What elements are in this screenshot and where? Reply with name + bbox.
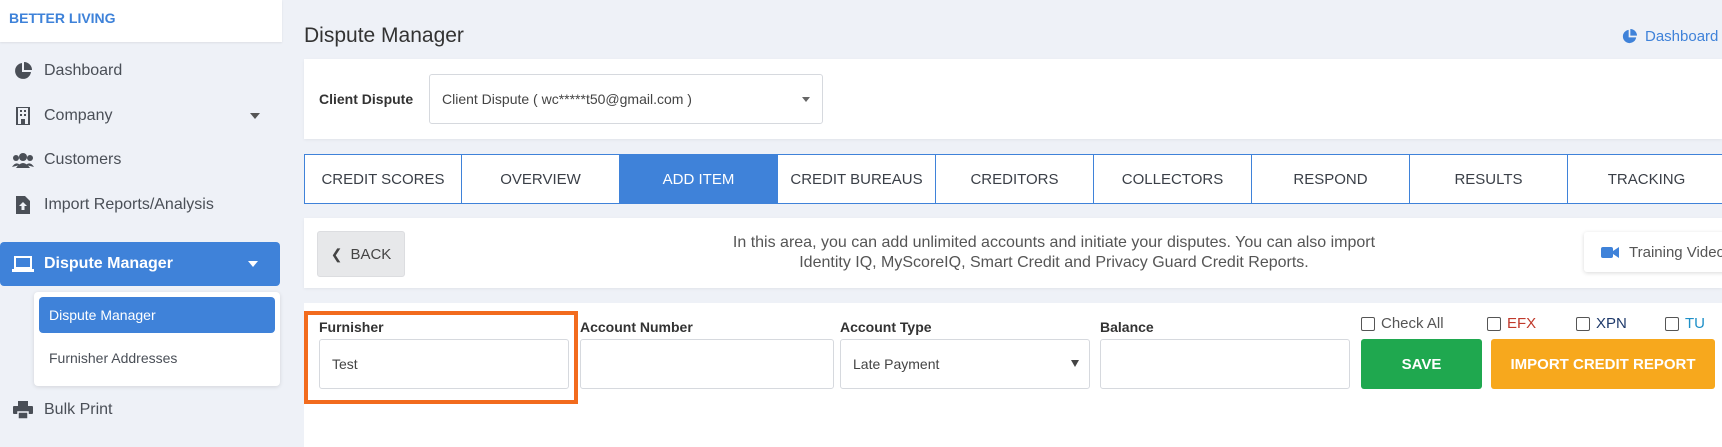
- xpn-checkbox[interactable]: XPN: [1576, 315, 1627, 332]
- sidebar-item-dispute-manager[interactable]: Dispute Manager: [0, 242, 280, 286]
- sidebar-item-customers[interactable]: Customers: [0, 138, 282, 182]
- tab-collectors[interactable]: COLLECTORS: [1094, 154, 1252, 204]
- sidebar: BETTER LIVING Dashboard Company Customer…: [0, 0, 282, 447]
- dispute-submenu: Dispute Manager Furnisher Addresses: [34, 292, 280, 386]
- chevron-down-icon: [248, 261, 258, 267]
- import-credit-report-button[interactable]: IMPORT CREDIT REPORT: [1491, 339, 1715, 389]
- training-video-button[interactable]: Training Video: [1584, 232, 1722, 272]
- tab-creditors[interactable]: CREDITORS: [936, 154, 1094, 204]
- balance-label: Balance: [1100, 319, 1154, 335]
- client-dispute-card: Client Dispute Client Dispute ( wc*****t…: [304, 59, 1722, 139]
- client-dispute-select[interactable]: Client Dispute ( wc*****t50@gmail.com ): [429, 74, 823, 124]
- sidebar-item-import-reports[interactable]: Import Reports/Analysis: [0, 183, 282, 227]
- back-button-label: BACK: [350, 245, 392, 263]
- page-title: Dispute Manager: [304, 24, 464, 47]
- building-icon: [12, 105, 34, 127]
- sidebar-item-company[interactable]: Company: [0, 94, 282, 138]
- pie-chart-icon: [1622, 29, 1637, 44]
- check-all-label: Check All: [1381, 315, 1444, 332]
- check-all-checkbox[interactable]: Check All: [1361, 315, 1444, 332]
- xpn-label: XPN: [1596, 315, 1627, 332]
- brand-logo: BETTER LIVING: [0, 0, 282, 42]
- checkbox-box[interactable]: [1361, 316, 1375, 331]
- tab-respond[interactable]: RESPOND: [1252, 154, 1410, 204]
- back-button[interactable]: ❮ BACK: [317, 231, 405, 277]
- sidebar-item-label: Dashboard: [44, 62, 123, 79]
- efx-label: EFX: [1507, 315, 1537, 332]
- efx-checkbox[interactable]: EFX: [1487, 315, 1536, 332]
- balance-input[interactable]: [1100, 339, 1350, 389]
- furnisher-input[interactable]: Test: [319, 339, 569, 389]
- info-text: In this area, you can add unlimited acco…: [732, 234, 1376, 271]
- info-card: ❮ BACK In this area, you can add unlimit…: [304, 218, 1722, 288]
- caret-down-icon: [1071, 360, 1079, 367]
- pie-chart-icon: [12, 60, 34, 82]
- training-video-label: Training Video: [1629, 243, 1722, 261]
- account-type-label: Account Type: [840, 319, 932, 335]
- submenu-item-furnisher-addresses[interactable]: Furnisher Addresses: [39, 340, 275, 376]
- account-type-select[interactable]: Late Payment: [840, 339, 1090, 389]
- sidebar-item-bulk-print[interactable]: Bulk Print: [0, 388, 282, 432]
- submenu-item-dispute-manager[interactable]: Dispute Manager: [39, 297, 275, 333]
- video-camera-icon: [1601, 246, 1619, 258]
- save-button[interactable]: SAVE: [1361, 339, 1482, 389]
- users-icon: [12, 149, 34, 171]
- tab-results[interactable]: RESULTS: [1410, 154, 1568, 204]
- sidebar-item-label: Customers: [44, 151, 122, 168]
- tu-checkbox[interactable]: TU: [1665, 315, 1705, 332]
- checkbox-box[interactable]: [1576, 316, 1590, 331]
- tab-overview[interactable]: OVERVIEW: [462, 154, 620, 204]
- tab-credit-bureaus[interactable]: CREDIT BUREAUS: [778, 154, 936, 204]
- tab-credit-scores[interactable]: CREDIT SCORES: [304, 154, 462, 204]
- add-item-form: Furnisher Test Account Number Account Ty…: [304, 303, 1722, 447]
- sidebar-item-label: Import Reports/Analysis: [44, 196, 214, 213]
- client-dispute-value: Client Dispute ( wc*****t50@gmail.com ): [442, 91, 692, 107]
- chevron-left-icon: ❮: [330, 245, 343, 262]
- sidebar-item-label: Bulk Print: [44, 401, 113, 418]
- sidebar-item-label: Company: [44, 107, 113, 124]
- sidebar-item-label: Dispute Manager: [44, 255, 173, 272]
- account-number-input[interactable]: [580, 339, 834, 389]
- furnisher-label: Furnisher: [319, 319, 384, 335]
- client-dispute-label: Client Dispute: [319, 91, 414, 107]
- tab-add-item[interactable]: ADD ITEM: [620, 154, 778, 204]
- file-upload-icon: [12, 194, 34, 216]
- sidebar-item-dashboard[interactable]: Dashboard: [0, 49, 282, 93]
- tab-tracking[interactable]: TRACKING: [1568, 154, 1722, 204]
- account-number-label: Account Number: [580, 319, 693, 335]
- dashboard-link[interactable]: Dashboard: [1622, 28, 1718, 45]
- tu-label: TU: [1685, 315, 1705, 332]
- dashboard-link-label: Dashboard: [1645, 28, 1719, 45]
- checkbox-box[interactable]: [1665, 316, 1679, 331]
- account-type-value: Late Payment: [853, 356, 940, 372]
- dispute-tabs: CREDIT SCORES OVERVIEW ADD ITEM CREDIT B…: [304, 154, 1722, 204]
- laptop-icon: [12, 253, 34, 275]
- printer-icon: [12, 399, 34, 421]
- checkbox-box[interactable]: [1487, 316, 1501, 331]
- chevron-down-icon: [802, 97, 810, 102]
- chevron-down-icon: [250, 113, 260, 119]
